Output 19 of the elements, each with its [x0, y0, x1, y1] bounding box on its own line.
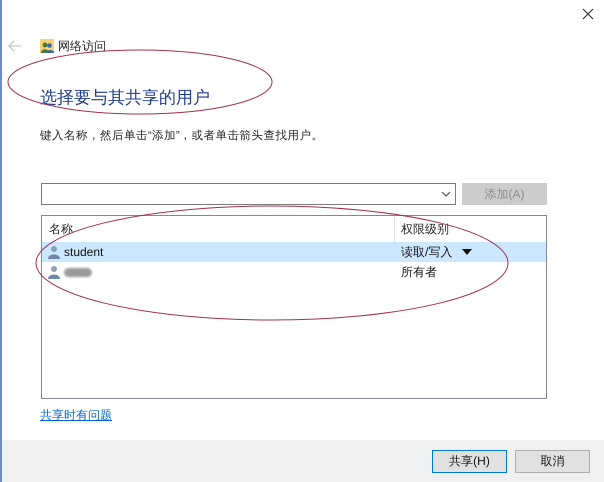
instruction-text: 键入名称，然后单击“添加”，或者单击箭头查找用户。 [40, 128, 325, 144]
close-icon[interactable] [582, 8, 594, 20]
user-icon [48, 265, 60, 280]
permission-level: 读取/写入 [401, 244, 452, 262]
breadcrumb-title: 网络访问 [58, 38, 106, 55]
user-icon [48, 245, 60, 260]
column-header[interactable]: 权限级别 [395, 216, 546, 242]
user-row[interactable]: student 读取/写入 [42, 242, 546, 262]
page-heading: 选择要与其共享的用户 [40, 89, 211, 106]
chevron-down-icon[interactable] [441, 191, 451, 198]
dialog-button[interactable]: 共享(H) [432, 450, 507, 472]
permission-level: 所有者 [401, 264, 437, 282]
help-link[interactable]: 共享时有问题 [40, 406, 112, 424]
user-name: student [64, 244, 104, 262]
user-row[interactable]: 所有者 [42, 262, 546, 282]
dropdown-arrow-icon[interactable] [462, 249, 472, 256]
network-users-icon [40, 39, 54, 53]
dialog-button[interactable]: 取消 [515, 450, 590, 472]
user-name-combobox[interactable] [41, 183, 456, 206]
